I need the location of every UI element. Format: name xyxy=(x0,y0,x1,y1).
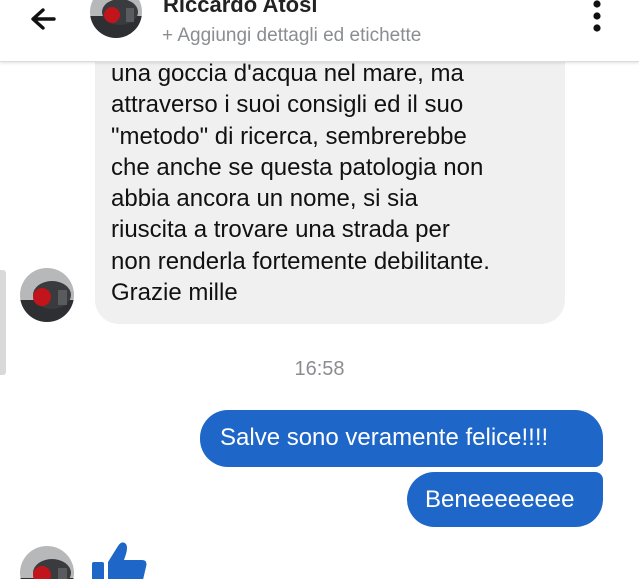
message-line: attraverso i suoi consigli ed il suo xyxy=(111,91,464,119)
message-line: "metodo" di ricerca, sembrerebbe xyxy=(111,122,467,150)
outgoing-message-bubble[interactable]: Salve sono veramente felice!!!! xyxy=(200,410,603,467)
outgoing-message-bubble[interactable]: Beneeeeeeee xyxy=(407,472,603,527)
message-timestamp: 16:58 xyxy=(294,358,345,380)
add-details-link[interactable]: + Aggiungi dettagli ed etichette xyxy=(162,25,421,47)
contact-avatar[interactable] xyxy=(90,0,142,38)
conversation-header: Riccardo Atosi + Aggiungi dettagli ed et… xyxy=(0,0,639,62)
message-line: non renderla fortemente debilitante. xyxy=(111,247,490,275)
contact-name[interactable]: Riccardo Atosi xyxy=(163,0,317,18)
thumbs-up-icon[interactable] xyxy=(88,540,148,579)
sender-avatar[interactable] xyxy=(20,546,74,579)
message-line: che anche se questa patologia non xyxy=(111,153,484,181)
message-line: una goccia d'acqua nel mare, ma xyxy=(111,60,464,87)
message-line: riuscita a trovare una strada per xyxy=(111,216,450,244)
sender-avatar[interactable] xyxy=(20,268,74,322)
incoming-message-bubble[interactable]: una goccia d'acqua nel mare, ma attraver… xyxy=(95,40,565,324)
vertical-dots-icon[interactable] xyxy=(585,0,609,38)
message-line: Grazie mille xyxy=(111,279,238,307)
back-arrow-icon[interactable] xyxy=(26,4,60,34)
message-line: abbia ancora un nome, si sia xyxy=(111,185,418,213)
